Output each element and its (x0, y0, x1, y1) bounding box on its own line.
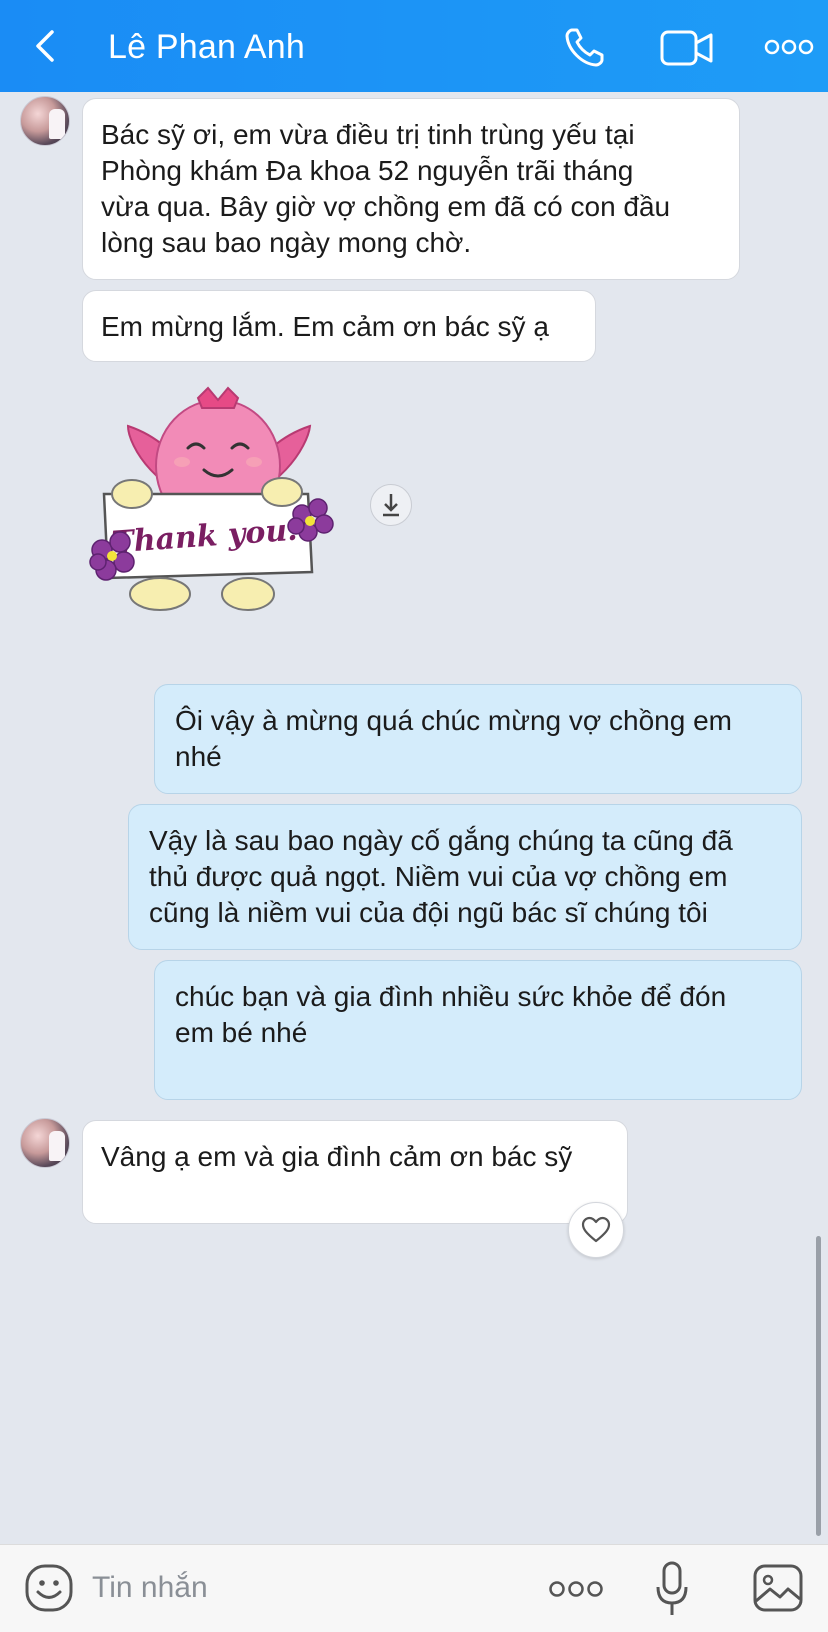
message-text: Vâng ạ em và gia đình cảm ơn bác sỹ (101, 1141, 573, 1172)
message-bubble-incoming[interactable]: Em mừng lắm. Em cảm ơn bác sỹ ạ (82, 290, 596, 362)
avatar[interactable] (20, 1118, 70, 1168)
phone-icon (565, 28, 604, 67)
video-camera-icon (660, 30, 713, 66)
download-icon (383, 494, 399, 517)
message-bubble-outgoing[interactable]: Ôi vậy à mừng quá chúc mừng vợ chồng em … (154, 684, 802, 794)
video-call-button[interactable] (660, 28, 714, 68)
thank-you-sticker[interactable]: Thank you! (88, 386, 348, 626)
call-button[interactable] (562, 24, 608, 70)
message-text: chúc bạn và gia đình nhiều sức khỏe để đ… (175, 981, 727, 1048)
more-options-button[interactable] (548, 1579, 604, 1599)
emoji-button[interactable] (24, 1563, 74, 1613)
message-text: Em mừng lắm. Em cảm ơn bác sỹ ạ (101, 311, 549, 342)
message-text: Ôi vậy à mừng quá chúc mừng vợ chồng em … (175, 705, 732, 772)
message-text: Vậy là sau bao ngày cố gắng chúng ta cũn… (149, 825, 733, 928)
message-input[interactable] (92, 1565, 512, 1611)
scrollbar[interactable] (816, 1236, 821, 1536)
more-options-button[interactable] (764, 38, 814, 56)
message-text: Bác sỹ ơi, em vừa điều trị tinh trùng yế… (101, 119, 671, 258)
emoji-icon (25, 1564, 73, 1612)
chevron-left-icon (36, 30, 54, 62)
message-bubble-outgoing[interactable]: Vậy là sau bao ngày cố gắng chúng ta cũn… (128, 804, 802, 950)
message-bubble-incoming[interactable]: Vâng ạ em và gia đình cảm ơn bác sỹ (82, 1120, 628, 1224)
message-bubble-incoming[interactable]: Bác sỹ ơi, em vừa điều trị tinh trùng yế… (82, 98, 740, 280)
more-dots-icon (764, 39, 814, 55)
react-heart-button[interactable] (568, 1202, 624, 1258)
message-composer (0, 1544, 828, 1632)
image-icon (753, 1564, 803, 1612)
download-sticker-button[interactable] (370, 484, 412, 526)
contact-name[interactable]: Lê Phan Anh (108, 28, 305, 67)
send-image-button[interactable] (752, 1563, 804, 1613)
more-dots-icon (549, 1581, 603, 1597)
avatar[interactable] (20, 96, 70, 146)
chat-header: Lê Phan Anh (0, 0, 828, 92)
message-bubble-outgoing[interactable]: chúc bạn và gia đình nhiều sức khỏe để đ… (154, 960, 802, 1100)
voice-message-button[interactable] (654, 1559, 690, 1619)
back-button[interactable] (26, 26, 66, 66)
heart-icon (581, 1216, 611, 1243)
microphone-icon (656, 1561, 688, 1615)
